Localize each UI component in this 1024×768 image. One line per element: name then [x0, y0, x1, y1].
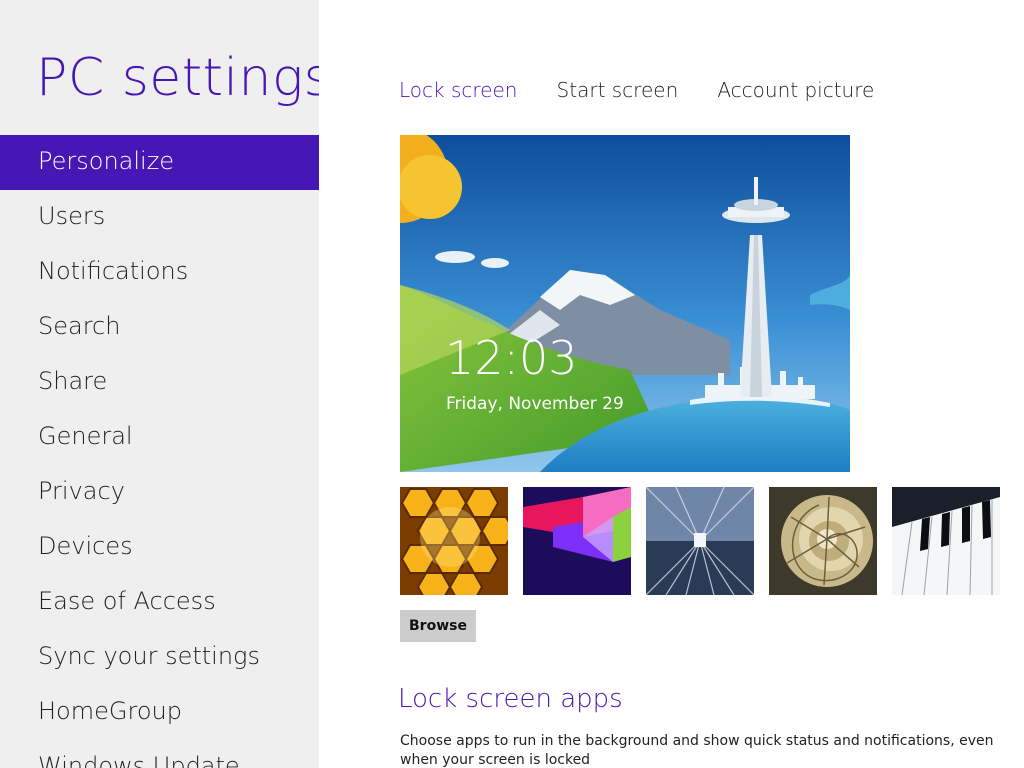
lock-screen-time: 12:03: [445, 331, 578, 385]
sidebar-item-ease-of-access[interactable]: Ease of Access: [0, 575, 319, 630]
personalize-tabs: Lock screen Start screen Account picture: [399, 78, 908, 102]
lock-screen-apps-description: Choose apps to run in the background and…: [400, 733, 994, 768]
tab-account-picture[interactable]: Account picture: [717, 78, 874, 102]
sidebar-item-users[interactable]: Users: [0, 190, 319, 245]
thumbnail-tunnel[interactable]: [646, 487, 754, 595]
honeycomb-image: [400, 487, 508, 595]
settings-nav: Personalize Users Notifications Search S…: [0, 135, 319, 768]
sidebar-item-notifications[interactable]: Notifications: [0, 245, 319, 300]
sidebar-item-personalize[interactable]: Personalize: [0, 135, 319, 190]
sidebar-item-devices[interactable]: Devices: [0, 520, 319, 575]
nautilus-shell-image: [769, 487, 877, 595]
browse-button[interactable]: Browse: [400, 610, 476, 642]
thumbnail-geometric-shapes[interactable]: [523, 487, 631, 595]
thumbnail-piano-keys[interactable]: [892, 487, 1000, 595]
main-content: Lock screen Start screen Account picture: [319, 0, 1024, 768]
sidebar-item-homegroup[interactable]: HomeGroup: [0, 685, 319, 740]
sidebar-item-sync-your-settings[interactable]: Sync your settings: [0, 630, 319, 685]
geometric-shapes-image: [523, 487, 631, 595]
piano-keys-image: [892, 487, 1000, 595]
sidebar-item-privacy[interactable]: Privacy: [0, 465, 319, 520]
tunnel-image: [646, 487, 754, 595]
lock-screen-thumbnails: [400, 487, 1024, 595]
lock-screen-apps-heading: Lock screen apps: [398, 684, 623, 714]
sidebar-item-windows-update[interactable]: Windows Update: [0, 740, 319, 768]
sidebar-item-general[interactable]: General: [0, 410, 319, 465]
thumbnail-nautilus-shell[interactable]: [769, 487, 877, 595]
tab-start-screen[interactable]: Start screen: [557, 78, 679, 102]
lock-screen-preview: 12:03 Friday, November 29: [400, 135, 850, 472]
thumbnail-honeycomb[interactable]: [400, 487, 508, 595]
lock-screen-date: Friday, November 29: [446, 394, 624, 414]
page-title: PC settings: [36, 48, 319, 108]
sidebar: PC settings Personalize Users Notificati…: [0, 0, 319, 768]
lock-screen-background-image: [400, 135, 850, 472]
tab-lock-screen[interactable]: Lock screen: [399, 78, 517, 102]
sidebar-item-share[interactable]: Share: [0, 355, 319, 410]
sidebar-item-search[interactable]: Search: [0, 300, 319, 355]
